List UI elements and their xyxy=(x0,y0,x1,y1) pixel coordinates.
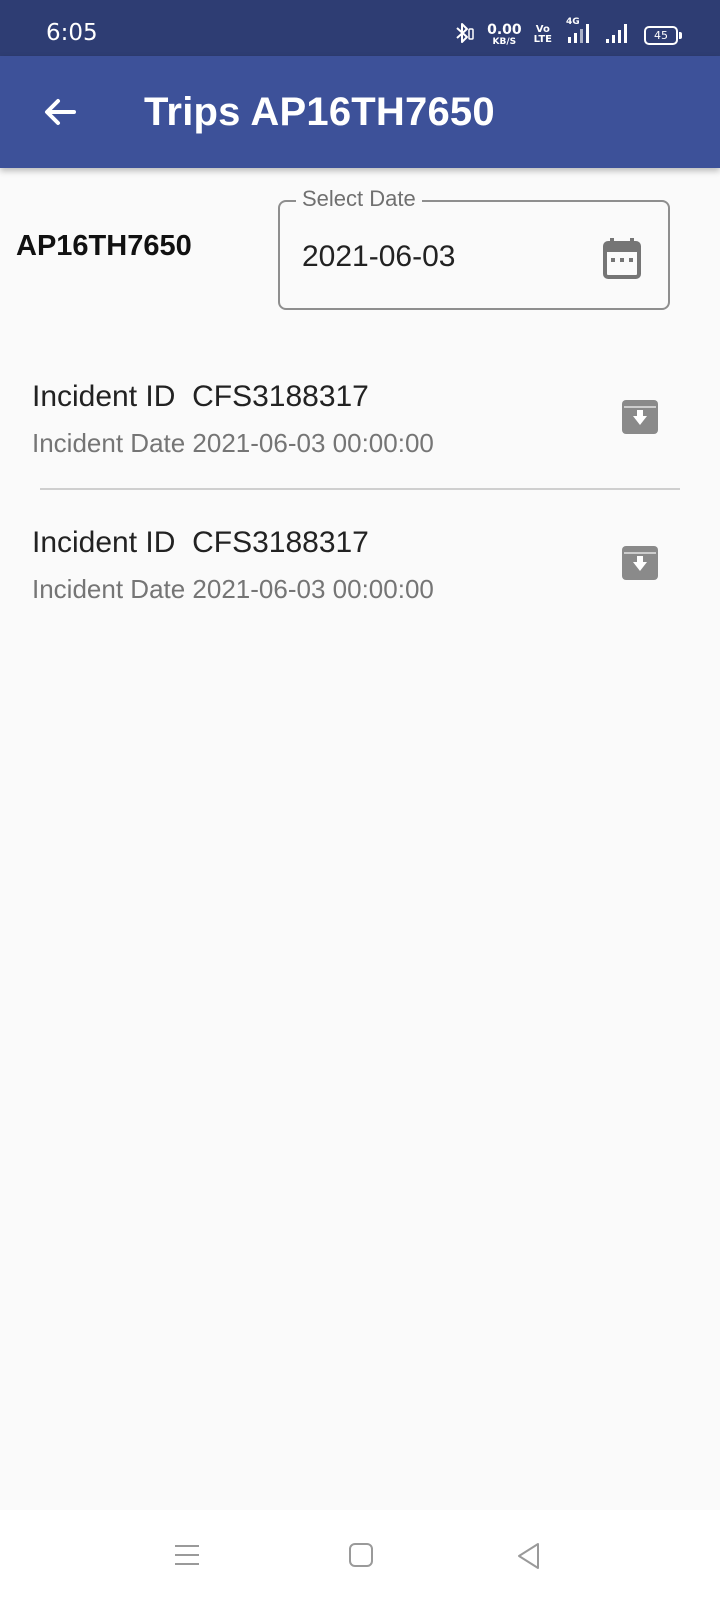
page-title: Trips AP16TH7650 xyxy=(144,90,495,134)
network-type-label: 4G xyxy=(566,16,580,27)
list-divider xyxy=(40,488,680,490)
signal-icon xyxy=(604,21,632,50)
app-bar: Trips AP16TH7650 xyxy=(0,56,720,168)
select-date-label: Select Date xyxy=(296,186,422,212)
status-icons: 0.00 KB/S Vo LTE 4G 45 xyxy=(453,17,682,50)
battery-icon: 45 xyxy=(644,25,682,45)
network-speed-value: 0.00 xyxy=(487,22,522,38)
incident-id-text: Incident ID CFS3188317 xyxy=(32,380,369,413)
bluetooth-icon xyxy=(453,21,475,50)
status-time: 6:05 xyxy=(46,20,98,46)
battery-level: 45 xyxy=(654,28,668,42)
signal-4g-icon: 4G xyxy=(564,17,592,50)
archive-download-icon[interactable] xyxy=(620,396,660,436)
status-bar: 6:05 0.00 KB/S Vo LTE 4G 45 xyxy=(0,0,720,56)
menu-icon[interactable] xyxy=(174,1542,200,1568)
system-nav-bar xyxy=(0,1510,720,1600)
select-date-value: 2021-06-03 xyxy=(302,240,456,273)
back-triangle-icon[interactable] xyxy=(516,1542,542,1570)
incident-id-text: Incident ID CFS3188317 xyxy=(32,526,369,559)
incident-list-item[interactable]: Incident ID CFS3188317 Incident Date 202… xyxy=(0,362,720,492)
incident-date-text: Incident Date 2021-06-03 00:00:00 xyxy=(32,574,434,604)
select-date-field[interactable]: Select Date 2021-06-03 xyxy=(278,186,670,310)
incident-list-item[interactable]: Incident ID CFS3188317 Incident Date 202… xyxy=(0,508,720,638)
arrow-left-icon xyxy=(45,99,76,125)
home-square-icon[interactable] xyxy=(348,1542,374,1568)
volte-indicator: Vo LTE xyxy=(534,25,552,45)
vehicle-number-label: AP16TH7650 xyxy=(16,230,192,262)
back-button[interactable] xyxy=(32,84,88,140)
network-speed: 0.00 KB/S xyxy=(487,23,522,47)
volte-bottom: LTE xyxy=(533,34,552,45)
archive-download-icon[interactable] xyxy=(620,542,660,582)
incident-date-text: Incident Date 2021-06-03 00:00:00 xyxy=(32,428,434,458)
network-speed-unit: KB/S xyxy=(492,37,517,47)
calendar-icon[interactable] xyxy=(602,236,642,280)
